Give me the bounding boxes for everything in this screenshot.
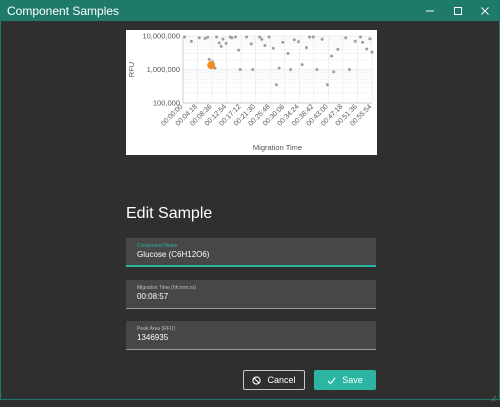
cancel-label: Cancel xyxy=(267,375,296,385)
dialog-title: Edit Sample xyxy=(126,205,213,222)
cancel-button[interactable]: Cancel xyxy=(243,370,305,390)
data-point xyxy=(267,35,271,39)
peak-area-label: Peak Area (RFU) xyxy=(137,326,176,332)
scatter-chart[interactable]: 00:00:00 00:04:18 00:08:36 00:12:54 00:17:12… xyxy=(126,30,377,155)
data-point xyxy=(297,40,300,44)
check-icon xyxy=(327,376,336,385)
data-point xyxy=(347,68,351,71)
data-point xyxy=(237,48,241,52)
data-point xyxy=(332,70,336,74)
close-icon xyxy=(480,6,490,16)
data-point xyxy=(219,44,223,48)
window-title: Component Samples xyxy=(7,4,120,18)
data-point xyxy=(258,35,262,39)
cancel-icon xyxy=(252,375,262,385)
data-point xyxy=(286,52,290,56)
data-point xyxy=(183,35,187,39)
maximize-button[interactable] xyxy=(443,1,473,21)
data-point xyxy=(197,36,201,40)
x-axis-title: Migration Time xyxy=(253,143,302,152)
app-window: Component Samples 00:00:00 00:04:18 00:08:… xyxy=(0,0,500,402)
data-point xyxy=(289,68,293,71)
data-point xyxy=(353,39,357,43)
data-point xyxy=(230,36,234,40)
data-point xyxy=(234,35,237,39)
resize-grip-icon[interactable] xyxy=(489,389,497,402)
data-point xyxy=(336,47,340,51)
data-point xyxy=(271,46,275,50)
data-point xyxy=(344,36,348,40)
minimize-icon xyxy=(425,6,435,16)
data-point xyxy=(203,36,207,40)
y-axis-title: RFU xyxy=(127,62,136,77)
data-point xyxy=(207,57,211,61)
data-point xyxy=(368,37,372,41)
highlighted-data-point xyxy=(207,61,216,70)
migration-time-field[interactable]: Migration Time (hh:mm:ss) xyxy=(126,280,376,309)
migration-time-input[interactable] xyxy=(137,292,362,301)
data-point xyxy=(330,54,334,58)
data-point xyxy=(308,35,312,39)
chart-svg: 00:00:0000:04:1800:08:3600:12:5400:17:12… xyxy=(127,32,374,152)
save-button[interactable]: Save xyxy=(314,370,376,390)
peak-area-input[interactable] xyxy=(137,333,362,342)
data-point xyxy=(365,47,369,51)
data-point xyxy=(215,35,219,39)
data-point xyxy=(325,83,329,87)
data-point xyxy=(217,41,221,45)
peak-area-field[interactable]: Peak Area (RFU) xyxy=(126,321,376,350)
data-point xyxy=(292,38,296,42)
maximize-icon xyxy=(453,6,463,16)
data-point xyxy=(263,44,267,48)
save-label: Save xyxy=(342,375,363,385)
data-point xyxy=(249,42,253,46)
minimize-button[interactable] xyxy=(415,1,445,21)
data-point xyxy=(274,83,278,87)
data-point xyxy=(189,39,193,43)
data-point xyxy=(224,41,228,45)
data-point xyxy=(260,37,264,41)
data-point xyxy=(315,68,319,71)
component-name-input[interactable] xyxy=(137,250,362,259)
data-point xyxy=(277,66,281,70)
data-point xyxy=(311,35,315,39)
migration-time-label: Migration Time (hh:mm:ss) xyxy=(137,285,197,291)
data-point xyxy=(281,40,285,44)
data-point xyxy=(361,40,365,44)
component-name-label: Component Name xyxy=(137,243,178,249)
y-tick-label: 10,000,000 xyxy=(142,32,180,41)
data-point xyxy=(221,37,225,41)
data-point xyxy=(251,68,255,71)
data-point xyxy=(206,35,210,39)
data-point xyxy=(304,46,308,50)
data-point xyxy=(245,35,249,39)
y-tick-label: 100,000 xyxy=(153,99,180,108)
close-button[interactable] xyxy=(470,1,500,21)
data-point xyxy=(320,37,324,41)
component-name-field[interactable]: Component Name xyxy=(126,238,376,267)
y-tick-label: 1,000,000 xyxy=(147,65,180,74)
title-bar[interactable]: Component Samples xyxy=(1,1,499,21)
data-point xyxy=(238,68,242,71)
data-point xyxy=(300,63,304,67)
data-point xyxy=(370,50,374,54)
data-point xyxy=(358,35,362,39)
